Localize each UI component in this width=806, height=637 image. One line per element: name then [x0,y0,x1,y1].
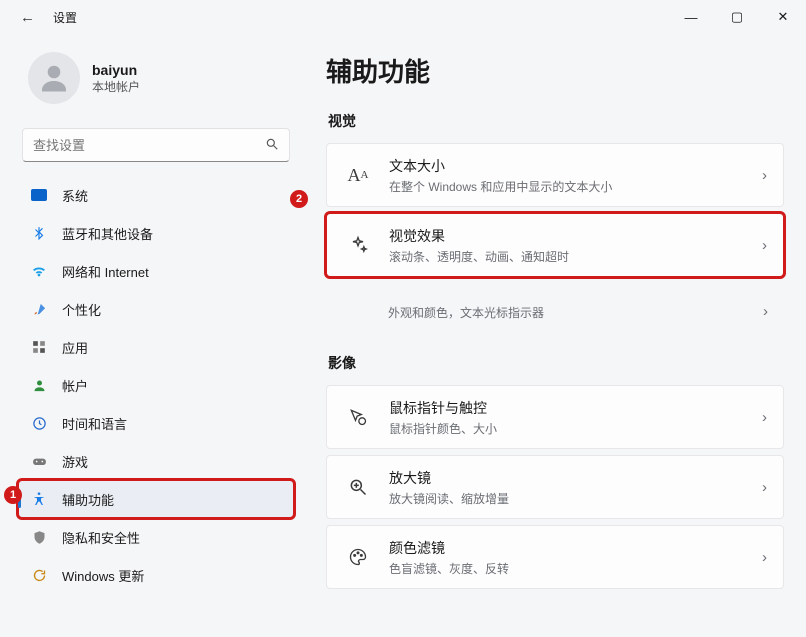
gamepad-icon [30,452,48,470]
card-title: 文本大小 [389,156,762,176]
wifi-icon [30,262,48,280]
card-color-filters[interactable]: 颜色滤镜 色盲滤镜、灰度、反转 › [326,525,784,589]
accessibility-icon [30,490,48,508]
close-button[interactable]: ✕ [760,0,806,34]
magnifier-icon [343,472,373,502]
card-title: 鼠标指针与触控 [389,398,762,418]
annotation-badge-2: 2 [290,190,308,208]
card-title: 放大镜 [389,468,762,488]
card-text-size[interactable]: AA 文本大小 在整个 Windows 和应用中显示的文本大小 › [326,143,784,207]
sidebar-item-label: 游戏 [62,452,88,471]
window-title: 设置 [53,9,77,26]
palette-icon [343,542,373,572]
page-title: 辅助功能 [326,52,784,89]
account-icon [30,376,48,394]
sidebar-item-network[interactable]: 网络和 Internet [18,252,294,290]
chevron-right-icon: › [763,303,768,320]
sidebar-item-label: 应用 [62,338,88,357]
section-vision-title: 视觉 [328,111,784,131]
sidebar-item-label: 辅助功能 [62,490,114,509]
sidebar-item-windows-update[interactable]: Windows 更新 [18,556,294,594]
sidebar-item-label: 网络和 Internet [62,262,149,281]
chevron-right-icon: › [762,167,767,184]
nav: 系统 蓝牙和其他设备 网络和 Internet 个性化 [10,176,302,594]
card-title: 视觉效果 [389,226,762,246]
search-icon [265,137,279,154]
shield-icon [30,528,48,546]
card-sub: 滚动条、透明度、动画、通知超时 [389,248,762,265]
card-sub: 鼠标指针颜色、大小 [389,420,762,437]
sidebar-item-label: 系统 [62,186,88,205]
card-sub: 放大镜阅读、缩放增量 [389,490,762,507]
display-icon [30,186,48,204]
user-block[interactable]: baiyun 本地帐户 [10,42,302,118]
sparkle-icon [343,230,373,260]
bluetooth-icon [30,224,48,242]
card-visual-effects[interactable]: 视觉效果 滚动条、透明度、动画、通知超时 › [326,213,784,277]
chevron-right-icon: › [762,409,767,426]
card-pointer-touch[interactable]: 鼠标指针与触控 鼠标指针颜色、大小 › [326,385,784,449]
sidebar-item-label: 个性化 [62,300,101,319]
sidebar-item-bluetooth[interactable]: 蓝牙和其他设备 [18,214,294,252]
sidebar-item-accessibility[interactable]: 辅助功能 [18,480,294,518]
card-mouse-pointer[interactable]: 外观和颜色，文本光标指示器 › [326,283,784,339]
update-icon [30,566,48,584]
sidebar-item-label: 帐户 [62,376,88,395]
card-magnifier[interactable]: 放大镜 放大镜阅读、缩放增量 › [326,455,784,519]
sidebar-item-label: Windows 更新 [62,566,144,585]
sidebar-item-personalization[interactable]: 个性化 [18,290,294,328]
window-controls: — ▢ ✕ [668,0,806,34]
titlebar: ← 设置 — ▢ ✕ [0,0,806,34]
search-box[interactable] [22,128,290,162]
sidebar-item-privacy[interactable]: 隐私和安全性 [18,518,294,556]
sidebar-item-label: 时间和语言 [62,414,127,433]
sidebar-item-label: 隐私和安全性 [62,528,140,547]
back-button[interactable]: ← [20,9,35,26]
card-sub: 色盲滤镜、灰度、反转 [389,560,762,577]
user-name: baiyun [92,62,140,78]
chevron-right-icon: › [762,549,767,566]
card-title: 颜色滤镜 [389,538,762,558]
sidebar: baiyun 本地帐户 系统 蓝牙和其他设备 [0,34,306,637]
search-input[interactable] [33,138,265,153]
section-imaging-title: 影像 [328,353,784,373]
sidebar-item-time-lang[interactable]: 时间和语言 [18,404,294,442]
sidebar-item-gaming[interactable]: 游戏 [18,442,294,480]
text-size-icon: AA [343,160,373,190]
minimize-button[interactable]: — [668,0,714,34]
sidebar-item-label: 蓝牙和其他设备 [62,224,153,243]
sidebar-item-accounts[interactable]: 帐户 [18,366,294,404]
sidebar-item-system[interactable]: 系统 [18,176,294,214]
person-icon [36,60,72,96]
cursor-icon [342,296,372,326]
apps-icon [30,338,48,356]
main-pane: 辅助功能 视觉 AA 文本大小 在整个 Windows 和应用中显示的文本大小 … [306,34,806,637]
avatar [28,52,80,104]
maximize-button[interactable]: ▢ [714,0,760,34]
brush-icon [30,300,48,318]
card-sub: 在整个 Windows 和应用中显示的文本大小 [389,178,762,195]
clock-globe-icon [30,414,48,432]
annotation-badge-1: 1 [4,486,22,504]
card-sub: 外观和颜色，文本光标指示器 [388,304,763,321]
user-subtitle: 本地帐户 [92,78,140,95]
chevron-right-icon: › [762,237,767,254]
pointer-touch-icon [343,402,373,432]
sidebar-item-apps[interactable]: 应用 [18,328,294,366]
chevron-right-icon: › [762,479,767,496]
